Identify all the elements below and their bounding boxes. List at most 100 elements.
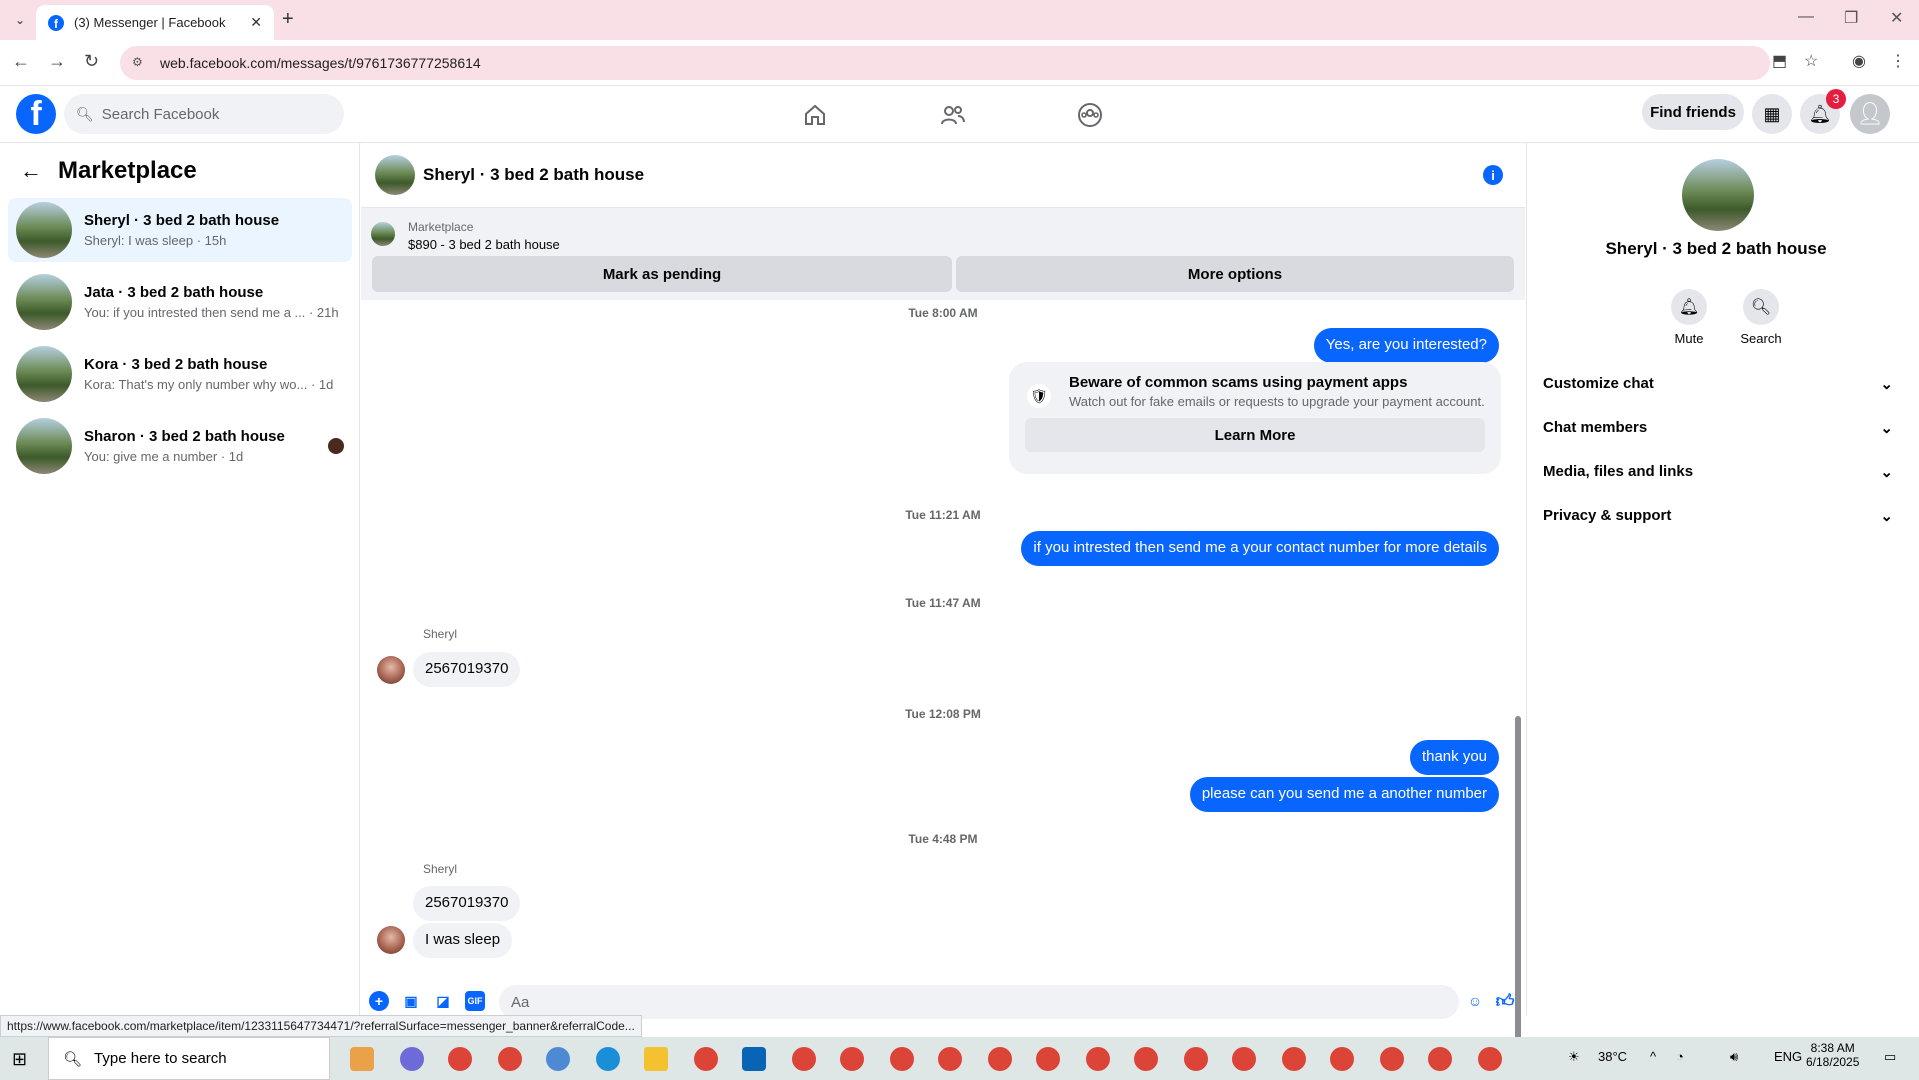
chrome-icon[interactable] — [988, 1047, 1012, 1071]
bookmark-star-icon[interactable]: ☆ — [1804, 51, 1818, 71]
chat-title[interactable]: Sheryl · 3 bed 2 bath house — [423, 165, 644, 185]
chrome-icon[interactable] — [1134, 1047, 1158, 1071]
tab-search-button[interactable]: ⌄ — [8, 10, 32, 30]
home-icon[interactable] — [800, 100, 830, 130]
reload-button[interactable]: ↻ — [84, 51, 99, 72]
emoji-icon[interactable]: ☺ — [1465, 991, 1485, 1011]
search-in-conversation-button[interactable]: 🔍︎ Search — [1731, 289, 1791, 346]
minimize-button[interactable]: — — [1798, 8, 1814, 26]
search-icon: 🔍︎ — [1743, 289, 1779, 325]
chat-avatar[interactable] — [375, 155, 415, 195]
mute-button[interactable]: 🔔︎ Mute — [1659, 289, 1719, 346]
outgoing-message: thank you — [1409, 740, 1499, 775]
copilot-icon[interactable] — [400, 1047, 424, 1071]
sender-avatar[interactable] — [377, 926, 405, 954]
edge-icon[interactable] — [596, 1047, 620, 1071]
chrome-icon[interactable] — [938, 1047, 962, 1071]
find-friends-button[interactable]: Find friends — [1642, 94, 1744, 130]
chrome-icon[interactable] — [1380, 1047, 1404, 1071]
conversation-item[interactable]: Sharon · 3 bed 2 bath house You: give me… — [8, 414, 352, 478]
chrome-icon[interactable] — [1428, 1047, 1452, 1071]
new-tab-button[interactable]: + — [282, 8, 294, 31]
listing-thumbnail — [16, 202, 72, 258]
chrome-icon[interactable] — [1086, 1047, 1110, 1071]
listing-thumbnail[interactable] — [371, 222, 395, 246]
restore-button[interactable]: ❐ — [1844, 8, 1858, 28]
mark-as-pending-button[interactable]: Mark as pending — [372, 256, 952, 292]
facebook-logo[interactable]: f — [16, 94, 56, 134]
app-icon[interactable] — [546, 1047, 570, 1071]
message-input[interactable]: Aa — [499, 985, 1459, 1019]
chrome-icon[interactable] — [498, 1047, 522, 1071]
groups-icon[interactable] — [1075, 100, 1105, 130]
more-options-button[interactable]: More options — [956, 256, 1514, 292]
weather-icon[interactable]: ☀ — [1568, 1049, 1580, 1065]
menu-grid-icon[interactable]: ▦ — [1752, 94, 1792, 134]
close-tab-icon[interactable]: ✕ — [250, 14, 262, 31]
profile-avatar[interactable] — [1682, 159, 1754, 231]
conversation-preview: Kora: That's my only number why wo... · … — [84, 377, 334, 392]
windows-taskbar: ⊞ 🔍︎ Type here to search ☀ 38°C ^ ◔ 🔊︎ E… — [0, 1037, 1919, 1080]
chrome-icon[interactable] — [792, 1047, 816, 1071]
gif-icon[interactable]: GIF — [465, 991, 485, 1011]
browser-tab[interactable]: f (3) Messenger | Facebook ✕ — [36, 5, 274, 40]
language-indicator[interactable]: ENG — [1774, 1049, 1802, 1064]
weather-temp[interactable]: 38°C — [1598, 1049, 1627, 1064]
search-placeholder: Search Facebook — [101, 105, 220, 123]
notification-center-icon[interactable]: ▭ — [1884, 1049, 1896, 1065]
install-app-icon[interactable]: ⬒ — [1772, 51, 1787, 71]
listing-title[interactable]: $890 - 3 bed 2 bath house — [408, 237, 560, 252]
profile-icon[interactable]: ◉ — [1852, 51, 1866, 71]
section-chat-members[interactable]: Chat members ⌄ — [1543, 419, 1893, 437]
chrome-icon[interactable] — [1036, 1047, 1060, 1071]
wifi-icon[interactable]: ◔ — [1676, 1049, 1684, 1064]
chevron-down-icon: ⌄ — [1880, 376, 1893, 393]
system-clock[interactable]: 8:38 AM 6/18/2025 — [1806, 1041, 1859, 1069]
shield-icon: 🛡︎ — [1027, 384, 1051, 408]
task-view-icon[interactable] — [350, 1047, 374, 1071]
url-bar[interactable]: ⚙ web.facebook.com/messages/t/9761736777… — [120, 46, 1770, 80]
file-explorer-icon[interactable] — [644, 1047, 668, 1071]
taskbar-search-input[interactable]: 🔍︎ Type here to search — [48, 1037, 330, 1080]
learn-more-button[interactable]: Learn More — [1025, 418, 1485, 452]
forward-button[interactable]: → — [48, 51, 66, 72]
facebook-search-input[interactable]: 🔍︎ Search Facebook — [64, 94, 344, 134]
windows-start-icon[interactable]: ⊞ — [12, 1049, 27, 1070]
chat-header: Sheryl · 3 bed 2 bath house i — [361, 143, 1525, 208]
chrome-icon[interactable] — [1478, 1047, 1502, 1071]
info-icon[interactable]: i — [1483, 165, 1503, 185]
volume-icon[interactable]: 🔊︎ — [1730, 1049, 1738, 1065]
account-avatar[interactable]: 👤︎ — [1850, 94, 1890, 134]
conversation-preview: You: if you intrested then send me a ...… — [84, 305, 339, 320]
section-label: Customize chat — [1543, 375, 1654, 392]
back-button[interactable]: ← — [12, 51, 30, 72]
site-info-icon[interactable]: ⚙ — [132, 55, 148, 71]
chrome-icon[interactable] — [1282, 1047, 1306, 1071]
section-media-files-links[interactable]: Media, files and links ⌄ — [1543, 463, 1893, 481]
browser-menu-icon[interactable]: ⋮ — [1890, 51, 1906, 71]
plus-icon[interactable]: + — [369, 991, 389, 1011]
back-arrow-icon[interactable]: ← — [20, 158, 42, 184]
sender-avatar[interactable] — [377, 656, 405, 684]
section-customize-chat[interactable]: Customize chat ⌄ — [1543, 375, 1893, 393]
conversation-item[interactable]: Sheryl · 3 bed 2 bath house Sheryl: I wa… — [8, 198, 352, 262]
message-list: Tue 8:00 AM Yes, are you interested? 🛡︎ … — [361, 300, 1525, 1080]
chrome-icon[interactable] — [890, 1047, 914, 1071]
image-icon[interactable]: ▣ — [401, 991, 421, 1011]
section-privacy-support[interactable]: Privacy & support ⌄ — [1543, 507, 1893, 525]
chrome-icon[interactable] — [1232, 1047, 1256, 1071]
sticker-icon[interactable]: ◪ — [433, 991, 453, 1011]
conversation-item[interactable]: Kora · 3 bed 2 bath house Kora: That's m… — [8, 342, 352, 406]
friends-icon[interactable] — [938, 100, 968, 130]
conversation-item[interactable]: Jata · 3 bed 2 bath house You: if you in… — [8, 270, 352, 334]
chrome-icon[interactable] — [840, 1047, 864, 1071]
message-scrollbar[interactable] — [1515, 716, 1521, 1080]
tray-chevron-icon[interactable]: ^ — [1650, 1049, 1656, 1064]
chrome-icon[interactable] — [694, 1047, 718, 1071]
chrome-icon[interactable] — [1330, 1047, 1354, 1071]
outlook-icon[interactable] — [742, 1047, 766, 1071]
like-icon[interactable]: 👍︎ — [1495, 991, 1515, 1011]
close-window-button[interactable]: ✕ — [1890, 8, 1903, 28]
chrome-icon[interactable] — [448, 1047, 472, 1071]
chrome-icon[interactable] — [1184, 1047, 1208, 1071]
